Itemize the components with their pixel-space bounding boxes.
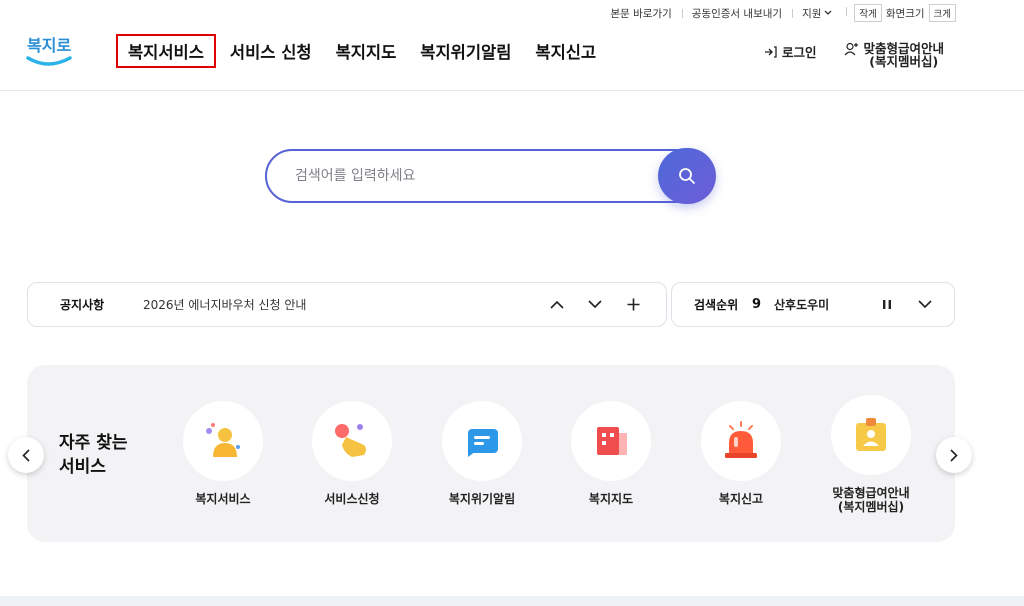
utility-bar: 본문 바로가기 공동인증서 내보내기 지원 작게 화면크기 크게 — [600, 4, 956, 22]
quick-services-panel: 자주 찾는 서비스 복지서비스 서비스신청 복지위기알림 복지지도 복지신고 맞… — [27, 365, 955, 542]
quick-item-label: 서비스신청 — [324, 492, 380, 506]
message-icon — [468, 429, 498, 457]
page: 본문 바로가기 공동인증서 내보내기 지원 작게 화면크기 크게 복지로 복지서… — [0, 0, 1024, 606]
notice-controls — [546, 294, 644, 316]
support-dropdown[interactable]: 지원 — [792, 6, 842, 21]
nav-item-welfare-map[interactable]: 복지지도 — [326, 36, 407, 66]
ranking-pause-button[interactable] — [876, 294, 898, 316]
quick-item-welfare-map[interactable]: 복지지도 — [546, 401, 676, 506]
search-icon — [679, 168, 695, 184]
chevron-left-icon — [22, 448, 30, 462]
zoom-in-button[interactable]: 크게 — [928, 4, 956, 22]
quick-item-circle — [312, 401, 392, 481]
quick-item-label: 복지신고 — [718, 492, 764, 506]
notice-next-button[interactable] — [584, 294, 606, 316]
login-label: 로그인 — [781, 45, 817, 60]
nav-item-welfare-report[interactable]: 복지신고 — [525, 36, 606, 66]
chevron-right-icon — [950, 448, 958, 462]
quick-title-line2: 서비스 — [59, 457, 106, 477]
membership-button[interactable]: 맞춤형급여안내 (복지멤버십) — [844, 42, 944, 68]
zoom-out-button[interactable]: 작게 — [854, 4, 882, 22]
pause-icon — [883, 300, 891, 309]
membership-label: 맞춤형급여안내 (복지멤버십) — [863, 42, 944, 68]
notice-text[interactable]: 2026년 에너지바우처 신청 안내 — [143, 296, 306, 313]
search-input[interactable] — [295, 163, 655, 189]
logo-text: 복지로 — [27, 36, 71, 55]
nav-item-service-apply[interactable]: 서비스 신청 — [220, 36, 322, 66]
quick-item-membership[interactable]: 맞춤형급여안내 (복지멤버십) — [806, 395, 936, 514]
quick-item-label: 복지위기알림 — [448, 492, 516, 506]
notice-more-button[interactable] — [622, 294, 644, 316]
notice-label: 공지사항 — [60, 298, 105, 312]
quick-item-label: 복지지도 — [588, 492, 634, 506]
chevron-down-icon — [824, 10, 832, 15]
zoom-controls: 작게 화면크기 크게 — [846, 4, 956, 22]
search-box — [265, 148, 716, 204]
header-actions: 로그인 맞춤형급여안내 (복지멤버십) — [764, 42, 944, 68]
quick-item-circle — [571, 401, 651, 481]
main-nav: 복지서비스 서비스 신청 복지지도 복지위기알림 복지신고 — [116, 34, 610, 68]
quick-prev-button[interactable] — [8, 437, 44, 473]
quick-item-circle — [183, 401, 263, 481]
quick-next-button[interactable] — [936, 437, 972, 473]
chevron-up-icon — [550, 300, 564, 309]
quick-item-welfare-report[interactable]: 복지신고 — [676, 401, 806, 506]
quick-item-crisis-alert[interactable]: 복지위기알림 — [417, 401, 547, 506]
search-button[interactable] — [658, 148, 716, 204]
login-icon — [764, 45, 777, 58]
ranking-label: 검색순위 — [694, 298, 739, 312]
quick-item-label-line: (복지멤버십) — [837, 500, 905, 514]
quick-item-circle — [831, 395, 911, 475]
zoom-label: 화면크기 — [885, 7, 925, 20]
quick-item-label: 맞춤형급여안내 (복지멤버십) — [806, 486, 936, 514]
quick-item-circle — [442, 401, 522, 481]
site-logo[interactable]: 복지로 — [25, 30, 75, 70]
building-icon — [597, 427, 627, 455]
skip-to-content-link[interactable]: 본문 바로가기 — [600, 6, 681, 21]
plus-icon — [627, 298, 639, 311]
membership-line2: (복지멤버십) — [869, 54, 939, 69]
ranking-number: 9 — [752, 297, 762, 312]
nav-item-crisis-alert[interactable]: 복지위기알림 — [410, 36, 521, 66]
hand-tap-icon — [335, 424, 366, 457]
add-user-icon — [845, 42, 859, 56]
person-icon — [206, 423, 240, 457]
quick-item-label: 복지서비스 — [195, 492, 251, 506]
quick-item-service-apply[interactable]: 서비스신청 — [287, 401, 417, 506]
nav-item-welfare-service[interactable]: 복지서비스 — [116, 34, 216, 68]
ranking-controls — [876, 294, 936, 316]
quick-title-line1: 자주 찾는 — [59, 433, 128, 453]
quick-item-label-line: 맞춤형급여안내 — [832, 486, 910, 500]
notice-bar: 공지사항 2026년 에너지바우처 신청 안내 — [27, 282, 667, 327]
login-button[interactable]: 로그인 — [764, 42, 817, 61]
certificate-export-link[interactable]: 공동인증서 내보내기 — [681, 6, 792, 21]
siren-icon — [725, 421, 757, 458]
chevron-down-icon — [918, 300, 932, 309]
quick-item-welfare-service[interactable]: 복지서비스 — [158, 401, 288, 506]
ranking-expand-button[interactable] — [914, 294, 936, 316]
ranking-keyword[interactable]: 산후도우미 — [774, 296, 829, 313]
support-label: 지원 — [802, 7, 822, 20]
search-ranking-bar: 검색순위 9 산후도우미 — [671, 282, 955, 327]
header-divider — [0, 90, 1024, 91]
quick-item-circle — [701, 401, 781, 481]
notice-prev-button[interactable] — [546, 294, 568, 316]
footer-strip — [0, 596, 1024, 606]
chevron-down-icon — [588, 300, 602, 309]
id-card-icon — [856, 418, 886, 451]
quick-services-title: 자주 찾는 서비스 — [59, 431, 127, 479]
